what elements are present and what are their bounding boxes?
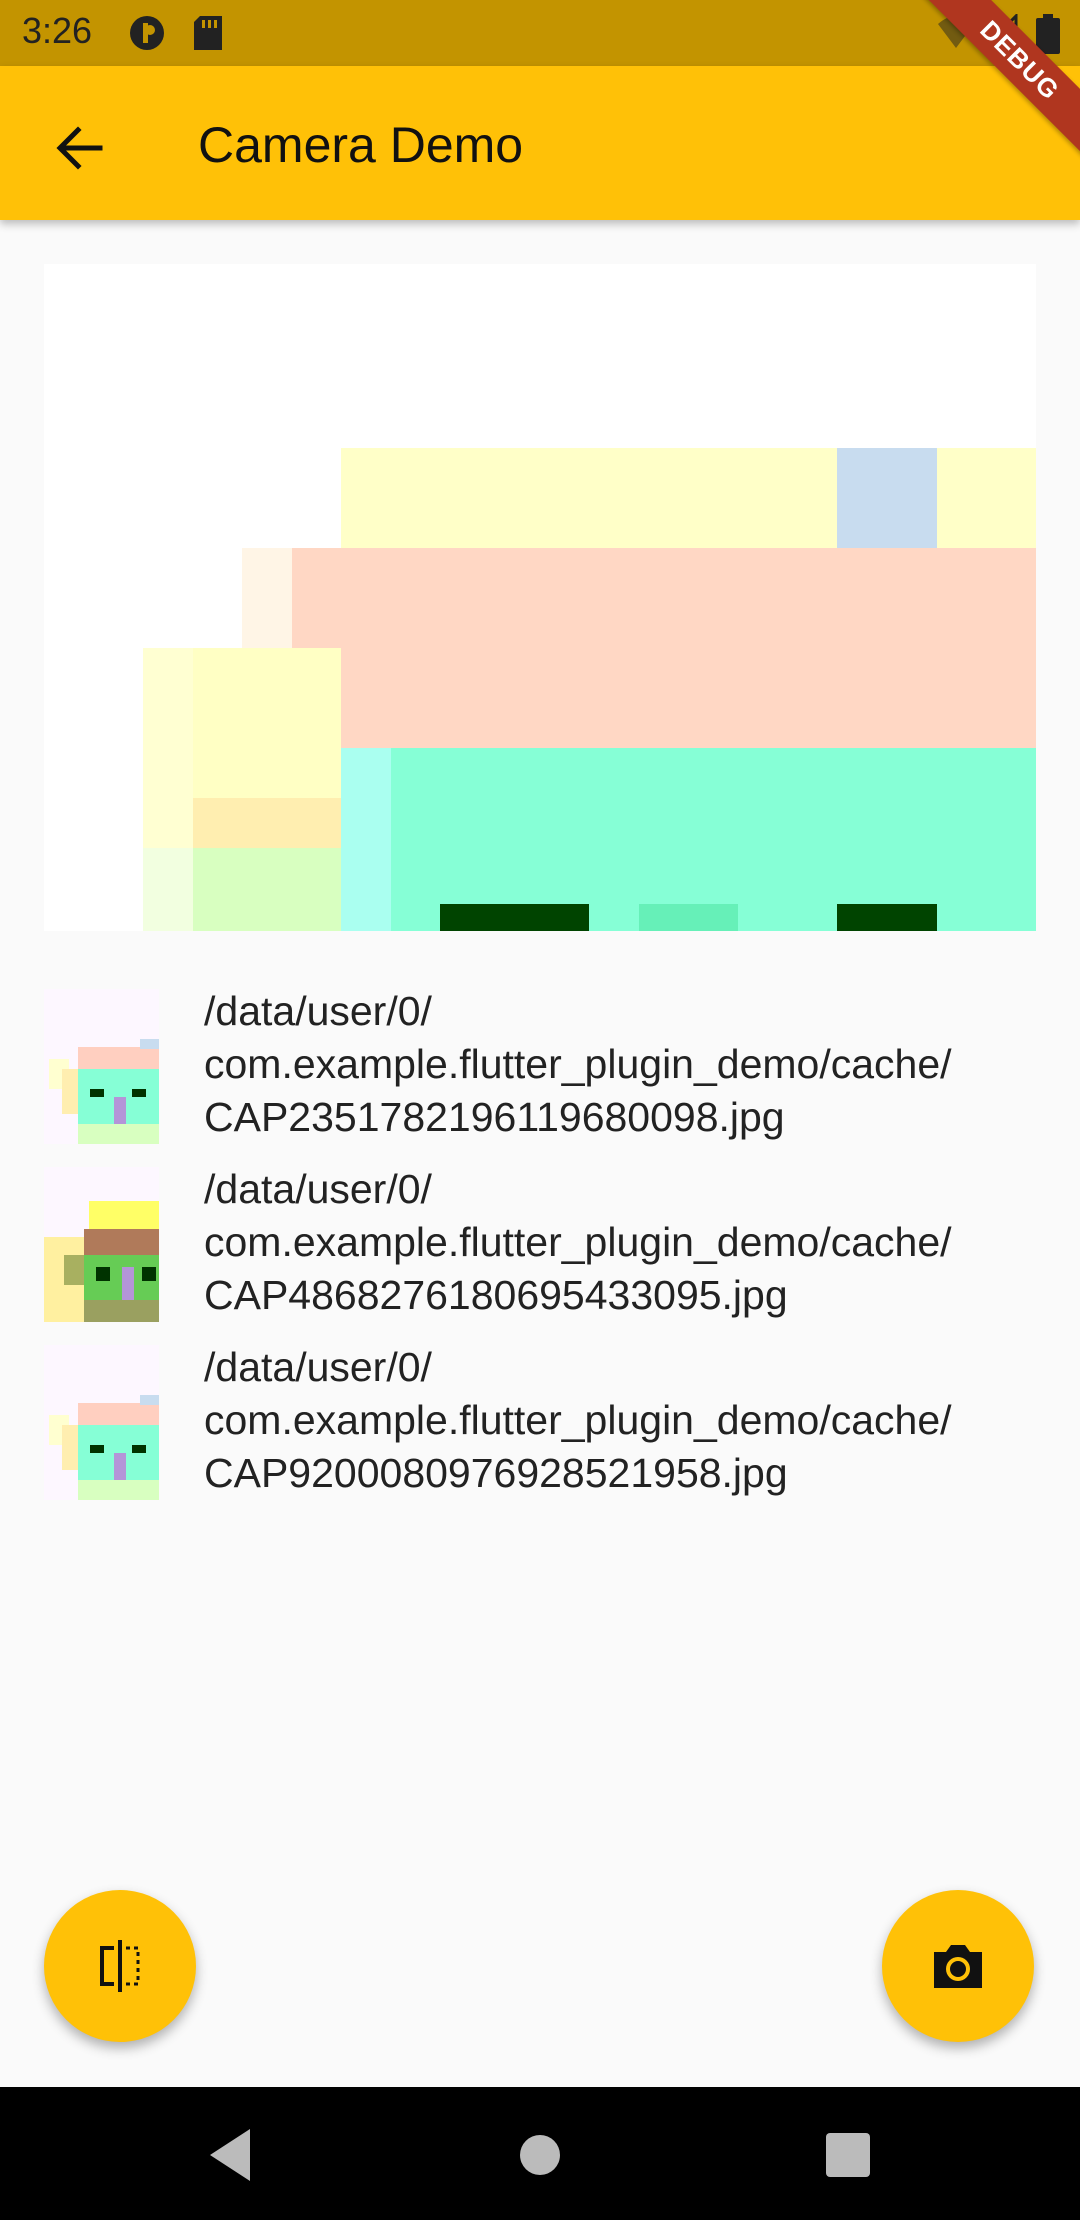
camera-icon — [934, 1945, 982, 1988]
preview-image — [44, 264, 1036, 931]
page-title: Camera Demo — [198, 117, 524, 173]
list-item[interactable]: /data/user/0/ com.example.flutter_plugin… — [44, 1341, 1044, 1519]
file-path: /data/user/0/ com.example.flutter_plugin… — [204, 1166, 952, 1318]
nav-back-icon[interactable] — [200, 2123, 264, 2187]
capture-button[interactable] — [882, 1890, 1034, 2042]
status-time: 3:26 — [22, 10, 93, 51]
file-list: /data/user/0/ com.example.flutter_plugin… — [44, 985, 1044, 1519]
flip-icon — [100, 1940, 140, 1992]
thumbnail — [44, 989, 159, 1144]
switch-camera-button[interactable] — [44, 1890, 196, 2042]
arrow-back-icon[interactable] — [38, 110, 118, 190]
list-item[interactable]: /data/user/0/ com.example.flutter_plugin… — [44, 985, 1044, 1163]
debug-banner: DEBUG — [900, 0, 1080, 180]
list-item[interactable]: /data/user/0/ com.example.flutter_plugin… — [44, 1163, 1044, 1341]
file-path: /data/user/0/ com.example.flutter_plugin… — [204, 1344, 952, 1496]
camera-preview — [44, 264, 1036, 931]
sd-card-icon — [194, 16, 222, 50]
thumbnail — [44, 1345, 159, 1500]
nav-home-icon[interactable] — [508, 2123, 572, 2187]
nav-recents-icon[interactable] — [816, 2123, 880, 2187]
debug-label: DEBUG — [912, 0, 1080, 168]
system-nav-bar — [0, 2087, 1080, 2220]
thumbnail — [44, 1167, 159, 1322]
file-path: /data/user/0/ com.example.flutter_plugin… — [204, 988, 952, 1140]
sync-icon — [130, 16, 164, 50]
